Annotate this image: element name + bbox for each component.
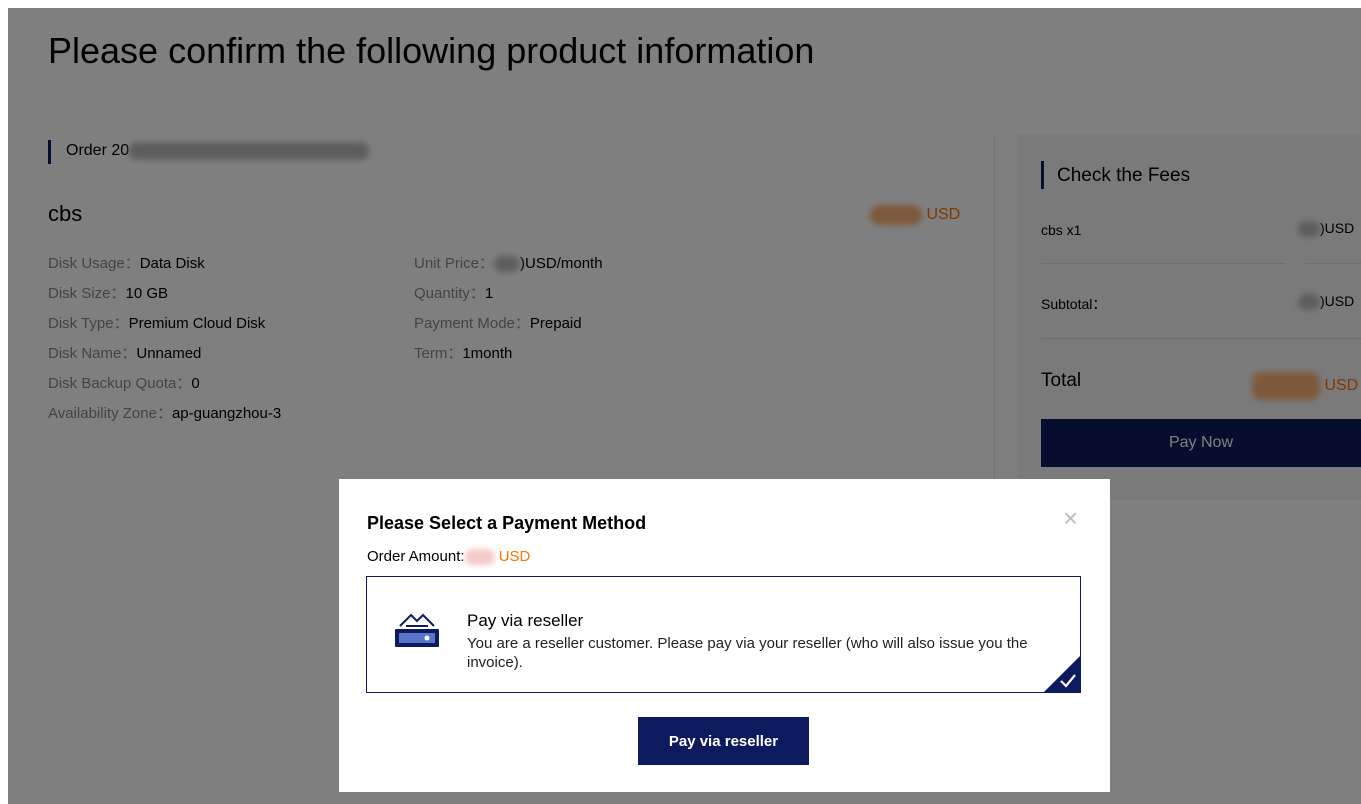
selected-check-icon <box>1044 656 1080 692</box>
order-amount-redacted <box>464 549 495 566</box>
payment-method-modal: Please Select a Payment Method × Order A… <box>339 479 1110 792</box>
pay-via-reseller-button[interactable]: Pay via reseller <box>638 717 809 765</box>
confirm-page: Please confirm the following product inf… <box>8 8 1361 804</box>
order-amount-currency: USD <box>498 548 531 565</box>
order-amount-label: Order Amount: <box>367 548 465 565</box>
order-amount: Order Amount: USD <box>367 548 531 566</box>
payment-option-reseller[interactable]: Pay via reseller You are a reseller cust… <box>366 576 1081 693</box>
close-icon[interactable]: × <box>1063 505 1078 531</box>
option-description: You are a reseller customer. Please pay … <box>467 635 1028 671</box>
option-title: Pay via reseller <box>467 611 584 630</box>
modal-title: Please Select a Payment Method <box>367 513 647 533</box>
payment-card-icon <box>392 610 442 655</box>
